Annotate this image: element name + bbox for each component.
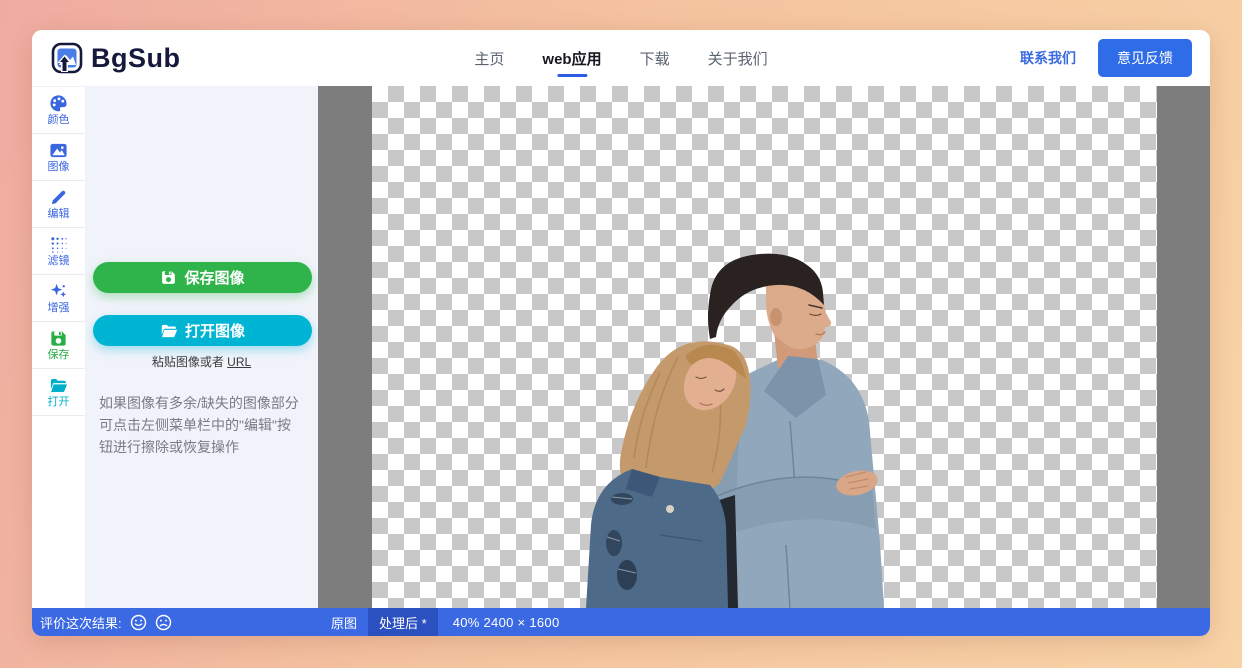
open-image-button[interactable]: 打开图像 <box>93 315 312 346</box>
sidebar-label-image: 图像 <box>48 162 70 173</box>
sidebar-label-filter-edit: 编辑 <box>48 209 70 220</box>
transparency-checkerboard[interactable] <box>372 86 1157 608</box>
feedback-button[interactable]: 意见反馈 <box>1098 39 1192 77</box>
save-image-label: 保存图像 <box>184 267 244 288</box>
tools-panel: 保存图像 打开图像 粘贴图像或者 URL 如果图像有多余/缺失的图像部分可点击左… <box>85 86 318 608</box>
sidebar-item-open[interactable]: 打开 <box>32 369 85 416</box>
nav-about[interactable]: 关于我们 <box>708 42 768 75</box>
nav-home[interactable]: 主页 <box>474 42 504 75</box>
open-folder-icon <box>160 322 178 340</box>
logo[interactable]: BgSub <box>50 41 181 75</box>
sidebar-item-save[interactable]: 保存 <box>32 322 85 369</box>
status-bar: 评价这次结果: 原图 处理后 * 40% 2400 × 1600 <box>32 608 1210 636</box>
sidebar-label-enhance: 增强 <box>48 303 70 314</box>
main-nav: 主页 web应用 下载 关于我们 <box>474 30 767 86</box>
zoom-and-dimensions: 40% 2400 × 1600 <box>453 615 560 630</box>
sidebar-label-filter: 滤镜 <box>48 256 70 267</box>
open-image-label: 打开图像 <box>185 320 245 341</box>
page-background: BgSub 主页 web应用 下载 关于我们 联系我们 意见反馈 <box>0 0 1242 668</box>
view-switcher: 原图 处理后 * 40% 2400 × 1600 <box>320 608 559 636</box>
nav-web-app[interactable]: web应用 <box>542 42 601 75</box>
contact-link[interactable]: 联系我们 <box>1020 48 1076 68</box>
image-canvas[interactable] <box>318 86 1210 608</box>
sidebar-item-filter[interactable]: 滤镜 <box>32 228 85 275</box>
rating-area: 评价这次结果: <box>32 613 172 632</box>
save-icon <box>49 329 68 348</box>
main-area: 颜色 图像 编辑 <box>32 86 1210 608</box>
sidebar-label-open: 打开 <box>48 397 70 408</box>
app-window: BgSub 主页 web应用 下载 关于我们 联系我们 意见反馈 <box>32 30 1210 636</box>
tab-original-image[interactable]: 原图 <box>320 608 368 636</box>
sparkles-icon <box>49 282 68 301</box>
paste-hint: 粘贴图像或者 URL <box>93 353 310 370</box>
header-right: 联系我们 意见反馈 <box>1020 39 1192 77</box>
sidebar-label-color: 颜色 <box>48 115 70 126</box>
halftone-icon <box>49 235 68 254</box>
bgsub-logo-icon <box>50 41 84 75</box>
app-header: BgSub 主页 web应用 下载 关于我们 联系我们 意见反馈 <box>32 30 1210 86</box>
happy-face-icon[interactable] <box>130 614 147 631</box>
save-image-button[interactable]: 保存图像 <box>93 262 312 293</box>
rate-label: 评价这次结果: <box>40 613 122 632</box>
sidebar: 颜色 图像 编辑 <box>32 86 85 608</box>
save-icon <box>160 269 177 286</box>
cutout-photo-couple <box>560 253 900 608</box>
nav-download[interactable]: 下载 <box>640 42 670 75</box>
sidebar-item-enhance[interactable]: 增强 <box>32 275 85 322</box>
sidebar-item-edit[interactable]: 编辑 <box>32 181 85 228</box>
logo-text: BgSub <box>91 43 181 74</box>
image-icon <box>49 141 68 160</box>
pencil-icon <box>49 188 68 207</box>
tab-processed-image[interactable]: 处理后 * <box>368 608 438 636</box>
sidebar-item-image[interactable]: 图像 <box>32 134 85 181</box>
sidebar-item-color[interactable]: 颜色 <box>32 87 85 134</box>
palette-icon <box>49 94 68 113</box>
sad-face-icon[interactable] <box>155 614 172 631</box>
open-folder-icon <box>49 376 68 395</box>
paste-url-link[interactable]: URL <box>227 355 251 369</box>
paste-hint-text: 粘贴图像或者 <box>152 355 224 369</box>
edit-instruction-text: 如果图像有多余/缺失的图像部分可点击左侧菜单栏中的"编辑"按钮进行擦除或恢复操作 <box>93 392 310 458</box>
sidebar-label-save: 保存 <box>48 350 70 361</box>
